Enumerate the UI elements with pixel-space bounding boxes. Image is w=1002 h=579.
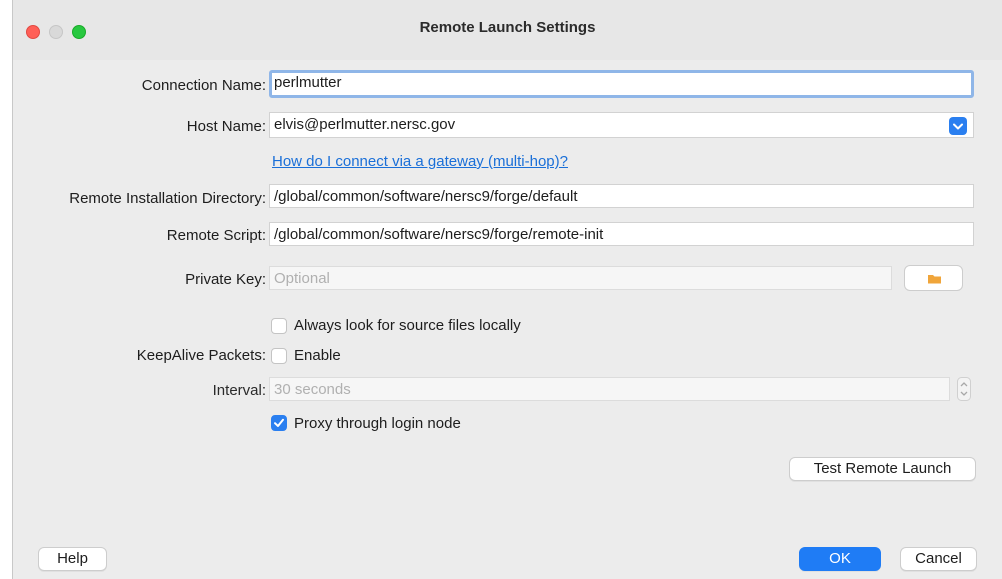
keepalive-enable-label: Enable [294, 347, 341, 364]
connection-name-label: Connection Name: [141, 77, 266, 94]
gateway-help-link[interactable]: How do I connect via a gateway (multi-ho… [272, 153, 568, 170]
remote-script-label: Remote Script: [166, 227, 266, 244]
private-key-input[interactable]: Optional [269, 266, 892, 290]
interval-stepper[interactable] [957, 377, 971, 401]
keepalive-enable-checkbox[interactable] [271, 348, 287, 364]
settings-form: Connection Name: perlmutter Host Name: e… [13, 60, 1002, 579]
remote-launch-settings-window: Remote Launch Settings Connection Name: … [12, 0, 1002, 579]
host-name-select[interactable]: elvis@perlmutter.nersc.gov [269, 112, 974, 138]
folder-icon [928, 275, 941, 284]
checkmark-icon [274, 418, 284, 427]
remote-install-dir-label: Remote Installation Directory: [69, 190, 266, 207]
host-name-value: elvis@perlmutter.nersc.gov [274, 116, 456, 133]
always-look-local-label: Always look for source files locally [294, 317, 521, 334]
window-title: Remote Launch Settings [419, 19, 596, 36]
connection-name-input[interactable]: perlmutter [269, 70, 974, 98]
chevron-down-icon[interactable] [949, 117, 967, 135]
keepalive-label: KeepAlive Packets: [136, 347, 266, 364]
interval-input[interactable]: 30 seconds [269, 377, 950, 401]
remote-script-input[interactable]: /global/common/software/nersc9/forge/rem… [269, 222, 974, 246]
always-look-local-checkbox[interactable] [271, 318, 287, 334]
browse-private-key-button[interactable] [904, 265, 963, 291]
private-key-label: Private Key: [185, 271, 266, 288]
test-remote-launch-button[interactable]: Test Remote Launch [789, 457, 976, 481]
host-name-label: Host Name: [186, 118, 266, 135]
cancel-button[interactable]: Cancel [900, 547, 977, 571]
stepper-icon [957, 377, 971, 401]
proxy-login-checkbox[interactable] [271, 415, 287, 431]
interval-label: Interval: [212, 382, 266, 399]
proxy-login-label: Proxy through login node [294, 415, 461, 432]
remote-install-dir-input[interactable]: /global/common/software/nersc9/forge/def… [269, 184, 974, 208]
help-button[interactable]: Help [38, 547, 107, 571]
ok-button[interactable]: OK [799, 547, 881, 571]
title-bar: Remote Launch Settings [13, 0, 1002, 60]
